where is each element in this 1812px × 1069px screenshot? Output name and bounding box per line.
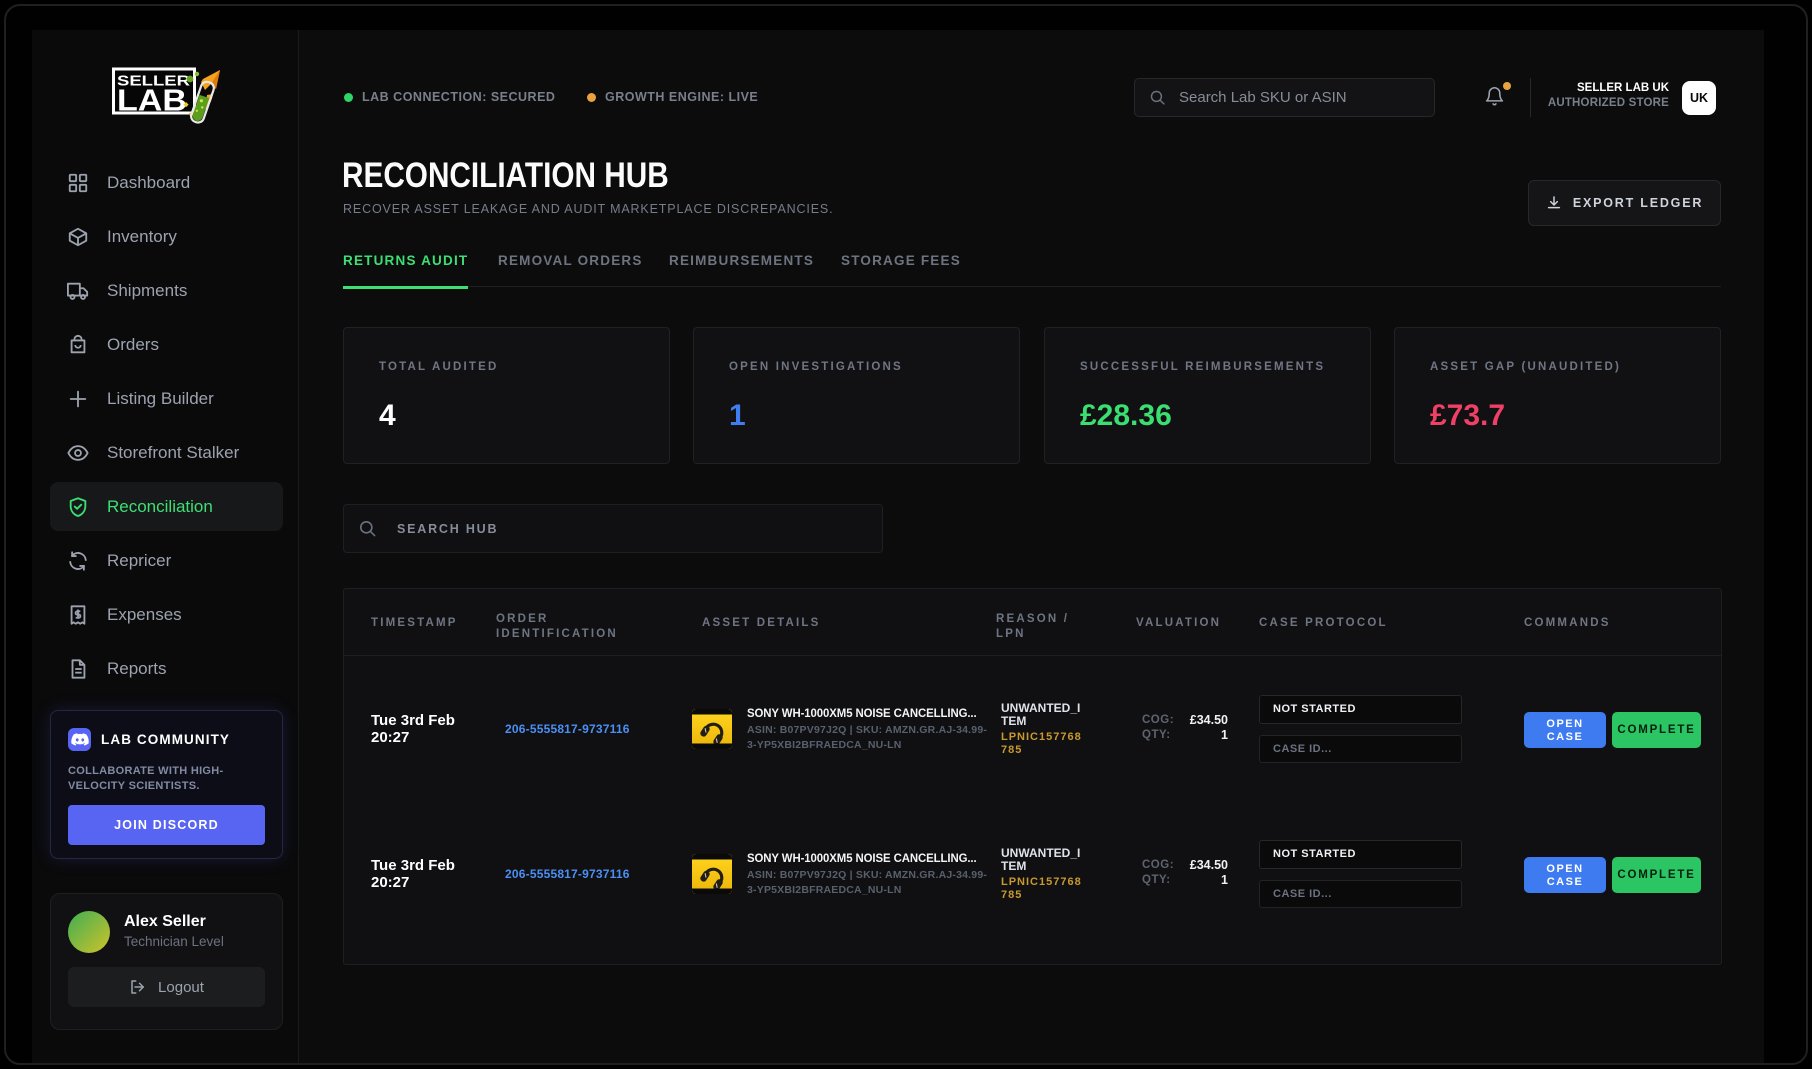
svg-text:LAB: LAB xyxy=(117,83,187,118)
